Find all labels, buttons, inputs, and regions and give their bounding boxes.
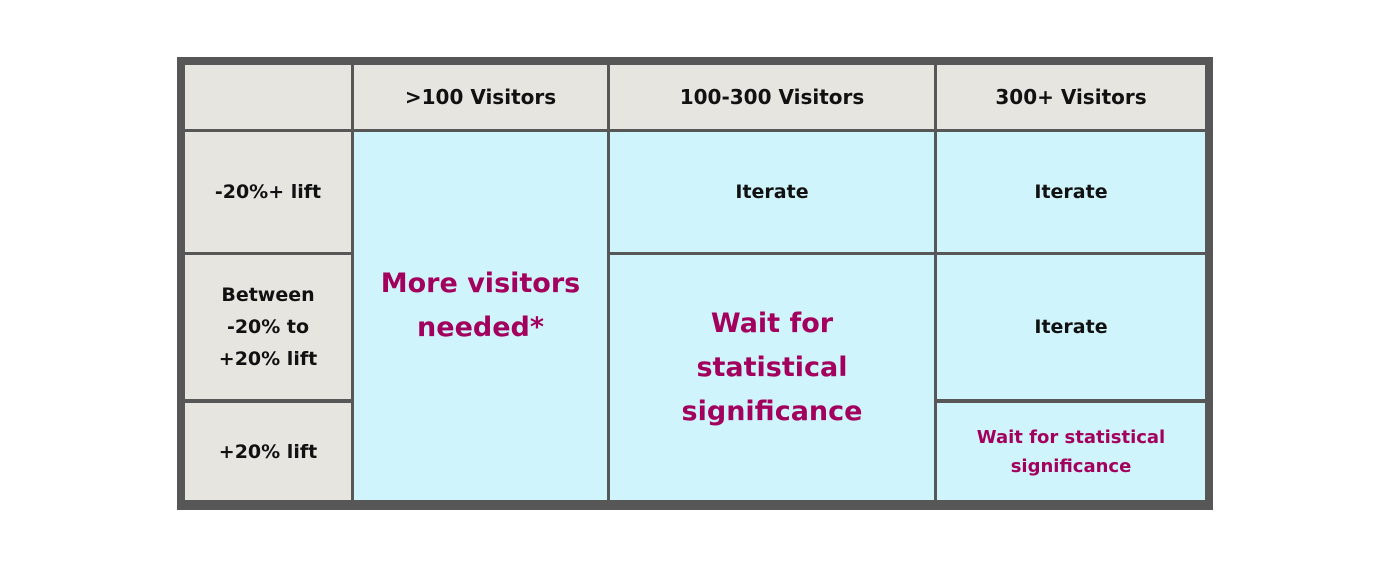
header-300-plus-visitors: 300+ Visitors <box>937 65 1205 129</box>
header-under-100-visitors: >100 Visitors <box>354 65 607 129</box>
row-label-negative-lift: -20%+ lift <box>185 132 351 252</box>
cell-text-line: Wait for statistical <box>976 426 1166 448</box>
header-corner <box>185 65 351 129</box>
cell-iterate: Iterate <box>937 132 1205 252</box>
row-label-positive-lift: +20% lift <box>185 403 351 500</box>
cell-text-line: More visitors <box>380 268 581 299</box>
row-label-neutral-lift: Between -20% to +20% lift <box>185 255 351 399</box>
row-label-line: -20% to <box>226 316 310 338</box>
cell-more-visitors-needed: More visitors needed* <box>354 132 607 500</box>
cell-text-line: significance <box>1010 455 1132 477</box>
header-100-300-visitors: 100-300 Visitors <box>610 65 934 129</box>
cell-text-line: Wait for <box>710 308 834 339</box>
cell-text-line: statistical <box>696 352 848 383</box>
row-label-line: Between <box>221 284 315 306</box>
cell-text-line: needed* <box>417 312 544 343</box>
row-label-line: +20% lift <box>218 348 318 370</box>
cell-iterate: Iterate <box>610 132 934 252</box>
cell-wait-for-significance-small: Wait for statistical significance <box>937 403 1205 500</box>
cell-text-line: significance <box>681 396 863 427</box>
cell-iterate: Iterate <box>937 255 1205 399</box>
cell-wait-for-significance: Wait for statistical significance <box>610 255 934 500</box>
